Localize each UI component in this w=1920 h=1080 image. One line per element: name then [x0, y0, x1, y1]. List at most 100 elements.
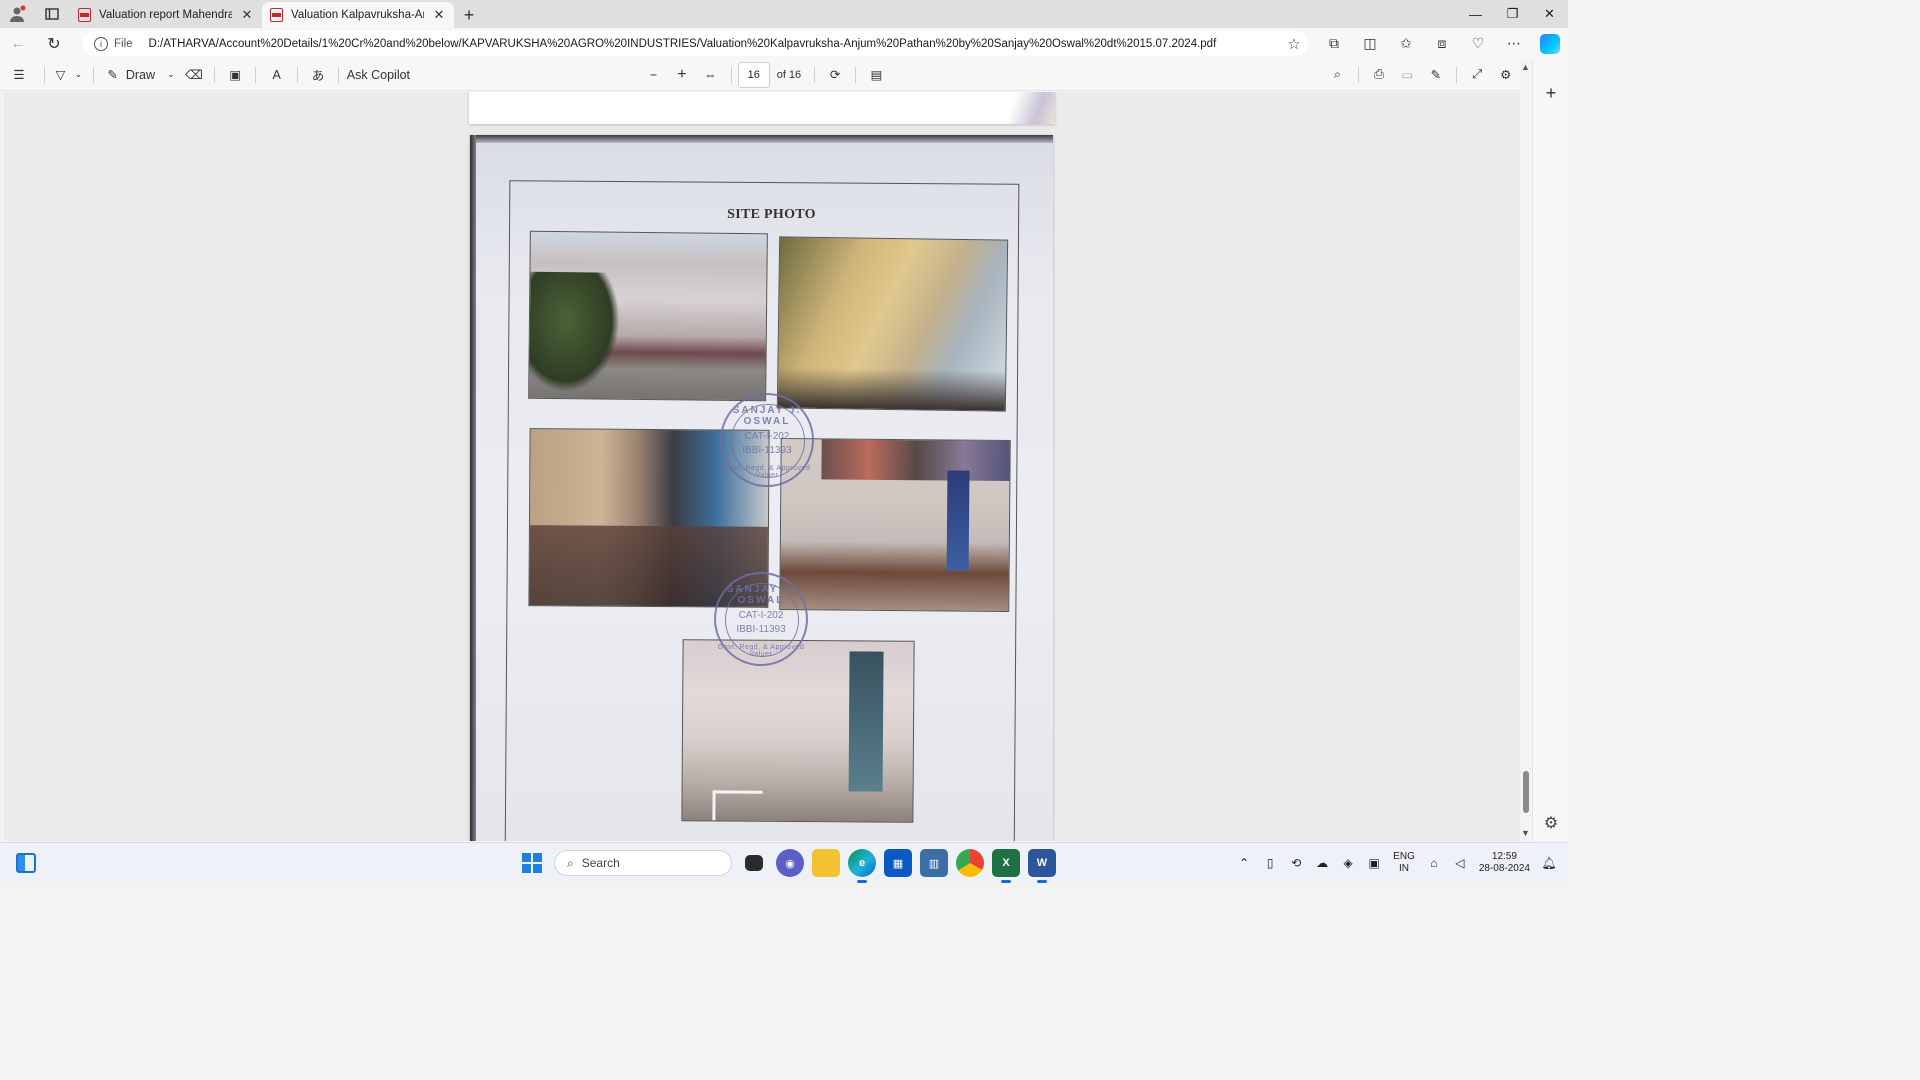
draw-button[interactable]: ✎ Draw	[100, 59, 163, 91]
tab-actions-icon	[45, 8, 59, 20]
restore-button[interactable]: ❐	[1494, 0, 1531, 28]
highlight-button[interactable]: ▽	[51, 59, 70, 91]
pdf-viewer[interactable]: SITE PHOTO SANJAY J. OSWAL CAT-I-202 IBB…	[4, 92, 1520, 841]
close-tab-icon[interactable]: ✕	[240, 7, 254, 23]
contents-button[interactable]: ☰	[0, 59, 38, 91]
page-number-input[interactable]: 16	[737, 61, 770, 88]
save-button[interactable]: ▭	[1393, 59, 1421, 91]
chevron-up-icon[interactable]: ⌃	[1237, 856, 1251, 870]
tab-valuation-kalpavruksha[interactable]: Valuation Kalpavruksha-Anjum P ✕	[262, 2, 454, 28]
security-icon[interactable]: ◈	[1341, 856, 1355, 870]
clock[interactable]: 12:59 28-08-2024	[1479, 851, 1530, 875]
usb-icon[interactable]: ▯	[1263, 856, 1277, 870]
highlighter-icon: ▽	[55, 68, 66, 82]
puzzle-icon: ⧉	[1329, 35, 1339, 51]
highlight-options-button[interactable]: ⌄	[70, 59, 87, 91]
sidebar-settings-button[interactable]: ⚙	[1533, 813, 1569, 833]
file-explorer-icon[interactable]	[812, 849, 840, 877]
tab-actions-button[interactable]	[34, 0, 70, 28]
back-button[interactable]: ←	[0, 28, 36, 59]
search-placeholder: Search	[581, 856, 620, 870]
browser-essentials-button[interactable]: ♡	[1460, 28, 1496, 59]
settings-more-button[interactable]: ⋯	[1496, 28, 1532, 59]
text-box-icon: ▣	[229, 68, 242, 82]
volume-icon[interactable]: ◁	[1453, 856, 1467, 870]
photo-detail	[946, 470, 970, 571]
split-screen-icon: ◫	[1363, 35, 1377, 51]
ask-copilot-label: Ask Copilot	[346, 67, 411, 82]
favorites-button[interactable]: ✩	[1388, 28, 1424, 59]
site-photo-building-side	[776, 236, 1009, 412]
start-button[interactable]	[518, 849, 546, 877]
valuer-stamp: SANJAY J. OSWAL CAT-I-202 IBBI-11393 Gov…	[720, 393, 814, 487]
address-bar: ← ↻ i File D:/ATHARVA/Account%20Details/…	[0, 28, 1568, 59]
close-icon: ✕	[1544, 6, 1555, 21]
vertical-scrollbar[interactable]: ▲ ▼	[1520, 59, 1532, 841]
close-window-button[interactable]: ✕	[1531, 0, 1568, 28]
zoom-out-button[interactable]: −	[639, 59, 667, 91]
teams-chat-icon[interactable]: ◉	[776, 849, 804, 877]
scrollbar-thumb[interactable]	[1523, 771, 1529, 813]
scroll-up-icon[interactable]: ▲	[1521, 62, 1530, 72]
url-text[interactable]: D:/ATHARVA/Account%20Details/1%20Cr%20an…	[149, 38, 1280, 50]
pdf-settings-button[interactable]: ⚙	[1492, 59, 1520, 91]
notification-bell-icon[interactable]: 🔔︎	[1541, 856, 1556, 870]
edge-icon[interactable]: e	[848, 849, 876, 883]
stamp-footer: Govt. Regd. & Approved Valuer	[723, 465, 811, 479]
add-text-button[interactable]: ▣	[221, 59, 249, 91]
extensions-button[interactable]: ⧉	[1316, 28, 1352, 59]
stamp-category: CAT-I-202	[738, 610, 784, 621]
task-view-icon[interactable]	[745, 855, 763, 871]
calculator-icon[interactable]: ▥	[920, 849, 948, 877]
favorite-star-icon[interactable]: ☆	[1280, 35, 1308, 53]
new-tab-button[interactable]: +	[454, 2, 484, 28]
app-tray-icon[interactable]: ▣	[1367, 856, 1381, 870]
scan-edge	[470, 135, 1053, 143]
taskbar-search[interactable]: ⌕ Search	[554, 850, 732, 876]
scroll-down-icon[interactable]: ▼	[1521, 828, 1530, 838]
chrome-icon[interactable]	[956, 849, 984, 877]
store-icon[interactable]: ▦	[884, 849, 912, 877]
ask-copilot-button[interactable]: Ask Copilot	[345, 59, 411, 91]
rotate-icon: ⟳	[829, 68, 841, 82]
minimize-button[interactable]: —	[1457, 0, 1494, 28]
add-sidebar-app-button[interactable]: +	[1533, 83, 1569, 104]
rotate-button[interactable]: ⟳	[821, 59, 849, 91]
erase-button[interactable]: ⌫	[180, 59, 208, 91]
fullscreen-button[interactable]: ⤢	[1463, 59, 1491, 91]
copilot-button[interactable]	[1532, 28, 1568, 59]
expand-icon: ⤢	[1472, 67, 1483, 81]
sync-icon[interactable]: ⟲	[1289, 856, 1303, 870]
tab-valuation-mahendra[interactable]: Valuation report Mahendra Manc ✕	[70, 2, 262, 28]
read-aloud-icon: A	[272, 67, 281, 82]
photo-detail	[529, 271, 621, 393]
page-view-button[interactable]: ▤	[862, 59, 890, 91]
split-screen-button[interactable]: ◫	[1352, 28, 1388, 59]
refresh-button[interactable]: ↻	[36, 28, 72, 59]
word-icon[interactable]: W	[1028, 849, 1056, 883]
window-controls: — ❐ ✕	[1457, 0, 1568, 28]
site-info-icon[interactable]: i	[94, 36, 108, 51]
collections-button[interactable]: ⧈	[1424, 28, 1460, 59]
system-tray: ⌃ ▯ ⟲ ☁ ◈ ▣ ENG IN ⌂ ◁ 12:59 28-08-2024 …	[1237, 843, 1556, 883]
profile-button[interactable]	[0, 0, 34, 28]
url-field[interactable]: i File D:/ATHARVA/Account%20Details/1%20…	[82, 31, 1308, 56]
translate-button[interactable]: あ	[304, 59, 332, 91]
taskbar-apps: ⌕ Search ◉ e ▦ ▥ X W	[518, 843, 1056, 883]
read-aloud-button[interactable]: A	[262, 59, 290, 91]
language-indicator[interactable]: ENG IN	[1393, 851, 1415, 875]
find-button[interactable]: ⌕	[1323, 59, 1351, 91]
windows-logo-tile	[533, 853, 542, 862]
close-tab-icon[interactable]: ✕	[432, 7, 446, 23]
save-as-button[interactable]: ✎	[1422, 59, 1450, 91]
excel-icon[interactable]: X	[992, 849, 1020, 883]
valuer-stamp: SANJAY J. OSWAL CAT-I-202 IBBI-11393 Gov…	[714, 572, 808, 666]
zoom-in-button[interactable]: +	[668, 59, 696, 91]
widgets-icon[interactable]	[16, 853, 36, 873]
cloud-off-icon[interactable]: ☁	[1315, 856, 1329, 870]
draw-options-button[interactable]: ⌄	[163, 59, 180, 91]
network-icon[interactable]: ⌂	[1427, 856, 1441, 870]
fit-to-width-button[interactable]: ⇔	[696, 59, 724, 91]
print-button[interactable]: ⎙	[1365, 59, 1393, 91]
toolbar-divider	[255, 66, 257, 83]
